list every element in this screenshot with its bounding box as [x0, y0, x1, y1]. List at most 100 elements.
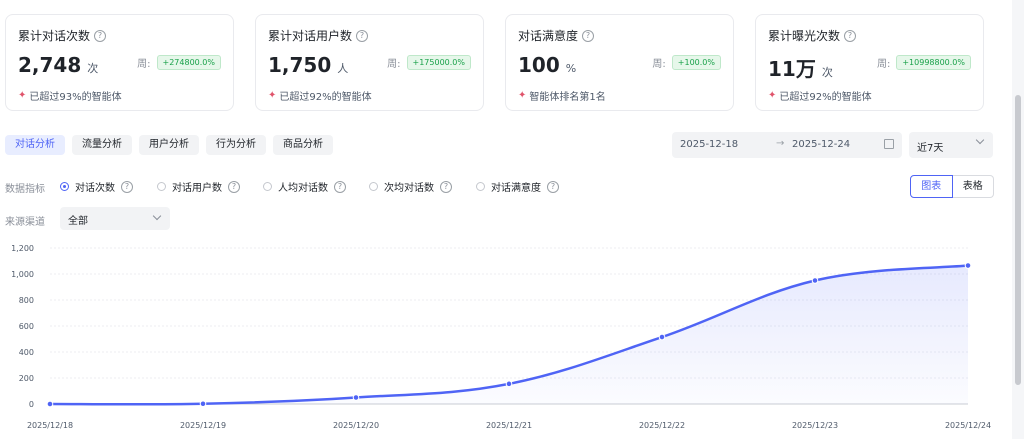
metric-label: 数据指标	[5, 184, 45, 195]
data-point	[658, 333, 666, 341]
data-point	[46, 400, 54, 408]
data-point	[964, 262, 972, 269]
data-point	[199, 400, 207, 408]
radio-label: 次均对话数	[384, 183, 434, 194]
radio-icon[interactable]	[157, 182, 166, 191]
date-range-picker[interactable]: 2025-12-18 → 2025-12-24	[672, 132, 902, 158]
period-value: 近7天	[917, 143, 944, 154]
stat-value: 11万	[768, 57, 816, 81]
radio-avg-per-user[interactable]: 人均对话数 ?	[263, 179, 346, 194]
radio-label: 对话次数	[75, 183, 115, 194]
stat-title: 累计曝光次数	[768, 29, 841, 43]
radio-icon[interactable]	[263, 182, 272, 191]
chevron-down-icon	[975, 135, 985, 145]
change-badge: +175000.0%	[406, 55, 471, 70]
arrow-right-icon: →	[776, 138, 785, 149]
radio-conversation-users[interactable]: 对话用户数 ?	[157, 179, 240, 194]
stat-note: 已超过92%的智能体	[279, 92, 372, 103]
x-tick-label: 2025/12/24	[945, 421, 991, 430]
x-tick-label: 2025/12/23	[792, 421, 838, 430]
question-circle-icon[interactable]: ?	[94, 29, 107, 42]
party-popper-icon: ✦	[268, 90, 277, 101]
question-circle-icon[interactable]: ?	[547, 180, 559, 193]
line-chart: 0 200 400 600 800 1,000 1,200 2025/12/18 2025/12…	[11, 244, 991, 430]
radio-conversation-count[interactable]: 对话次数 ?	[60, 179, 133, 194]
scrollbar-thumb[interactable]	[1015, 95, 1021, 385]
week-label: 周:	[387, 59, 401, 70]
question-circle-icon[interactable]: ?	[121, 180, 133, 193]
x-tick-label: 2025/12/19	[180, 421, 226, 430]
radio-satisfaction[interactable]: 对话满意度 ?	[476, 179, 559, 194]
radio-icon[interactable]	[476, 182, 485, 191]
calendar-icon[interactable]	[884, 139, 894, 149]
party-popper-icon: ✦	[18, 90, 27, 101]
radio-label: 人均对话数	[278, 183, 328, 194]
stat-unit: 人	[337, 62, 349, 75]
tab-behavior-analysis[interactable]: 行为分析	[206, 135, 266, 155]
source-label: 来源渠道	[5, 217, 45, 228]
stat-card-satisfaction: 对话满意度? 100% 周: +100.0% ✦ 智能体排名第1名	[505, 14, 734, 111]
period-select[interactable]: 近7天	[909, 132, 993, 158]
source-select[interactable]: 全部	[60, 207, 170, 230]
view-toggle: 图表 表格	[910, 175, 994, 198]
radio-icon[interactable]	[369, 182, 378, 191]
question-circle-icon[interactable]: ?	[228, 180, 240, 193]
party-popper-icon: ✦	[768, 90, 777, 101]
y-tick-label: 600	[19, 322, 34, 331]
stat-title: 累计对话用户数	[268, 29, 353, 43]
question-circle-icon[interactable]: ?	[440, 180, 452, 193]
question-circle-icon[interactable]: ?	[334, 180, 346, 193]
analytics-panel: 累计对话次数? 2,748 次 周: +274800.0% ✦ 已超过93%的智能体 …	[0, 0, 1012, 439]
stat-card-conversations: 累计对话次数? 2,748 次 周: +274800.0% ✦ 已超过93%的智能体	[5, 14, 234, 111]
source-value: 全部	[68, 216, 88, 227]
tab-user-analysis[interactable]: 用户分析	[139, 135, 199, 155]
tab-conversation-analysis[interactable]: 对话分析	[5, 135, 65, 155]
stat-value: 100	[518, 53, 560, 77]
date-end[interactable]: 2025-12-24	[792, 139, 850, 150]
tab-traffic-analysis[interactable]: 流量分析	[72, 135, 132, 155]
stat-unit: 次	[87, 62, 99, 75]
stat-unit: %	[565, 62, 577, 75]
change-badge: +100.0%	[671, 55, 721, 70]
radio-avg-per-session[interactable]: 次均对话数 ?	[369, 179, 452, 194]
radio-selected-icon[interactable]	[60, 182, 69, 191]
stat-note: 智能体排名第1名	[529, 92, 606, 103]
stat-card-users: 累计对话用户数? 1,750 人 周: +175000.0% ✦ 已超过92%的智能体	[255, 14, 484, 111]
x-tick-label: 2025/12/18	[27, 421, 73, 430]
y-tick-label: 1,000	[11, 270, 34, 279]
stat-note: 已超过93%的智能体	[29, 92, 122, 103]
week-label: 周:	[652, 59, 666, 70]
stat-note: 已超过92%的智能体	[779, 92, 872, 103]
data-point	[505, 380, 513, 388]
x-tick-label: 2025/12/22	[639, 421, 685, 430]
date-start[interactable]: 2025-12-18	[680, 139, 738, 150]
question-circle-icon[interactable]: ?	[582, 29, 595, 42]
vertical-scrollbar[interactable]	[1012, 0, 1024, 439]
radio-label: 对话满意度	[491, 183, 541, 194]
x-tick-label: 2025/12/21	[486, 421, 532, 430]
stat-value: 2,748	[18, 53, 82, 77]
y-tick-label: 0	[29, 400, 34, 409]
week-label: 周:	[876, 59, 891, 70]
party-popper-icon: ✦	[518, 90, 527, 101]
data-point	[811, 277, 819, 284]
stat-title: 累计对话次数	[18, 29, 91, 43]
question-circle-icon[interactable]: ?	[356, 29, 369, 42]
tab-product-analysis[interactable]: 商品分析	[273, 135, 333, 155]
radio-label: 对话用户数	[172, 183, 222, 194]
change-badge: +274800.0%	[156, 55, 221, 70]
chart-view-button[interactable]: 图表	[910, 175, 953, 198]
week-label: 周:	[137, 59, 151, 70]
stat-unit: 次	[821, 66, 833, 79]
data-point	[352, 394, 360, 401]
y-tick-label: 1,200	[11, 244, 34, 253]
y-tick-label: 200	[19, 374, 34, 383]
stat-title: 对话满意度	[518, 29, 579, 43]
table-view-button[interactable]: 表格	[952, 175, 994, 198]
y-tick-label: 400	[19, 348, 34, 357]
chevron-down-icon	[152, 211, 162, 221]
stat-value: 1,750	[268, 53, 332, 77]
change-badge: +10998800.0%	[896, 55, 971, 70]
stat-card-exposure: 累计曝光次数? 11万次 周: +10998800.0% ✦ 已超过92%的智能体	[755, 14, 984, 111]
question-circle-icon[interactable]: ?	[844, 29, 857, 42]
